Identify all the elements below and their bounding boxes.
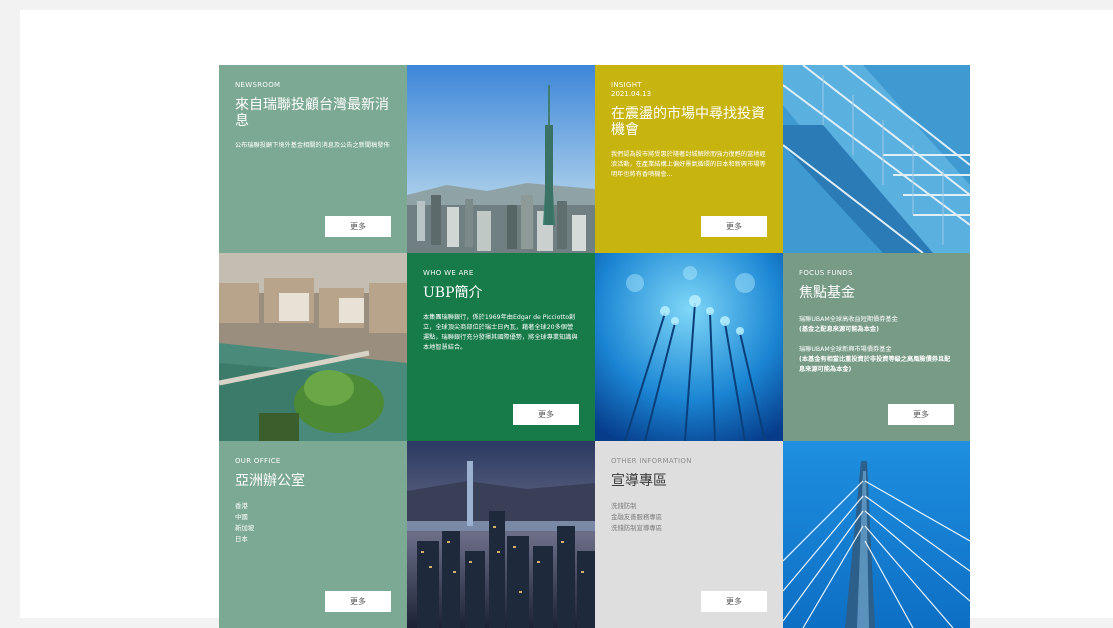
focus-fund-1[interactable]: 瑞聯UBAM全球高收益短期債券基金 [799, 315, 954, 325]
focus-funds-more-button[interactable]: 更多 [888, 404, 954, 425]
insight-date: 2021.04.13 [611, 90, 652, 98]
glass-stairs-photo [783, 65, 970, 253]
geneva-image [219, 253, 407, 441]
other-info-tile: OTHER INFORMATION 宣導專區 洗錢防制 金融友善服務專區 洗錢防… [595, 441, 783, 628]
other-info-item[interactable]: 洗錢防制宣導專區 [611, 523, 767, 534]
newsroom-description: 公布瑞聯投顧下境外基金相關的消息及公告之新聞稿發佈 [235, 142, 390, 149]
stairs-image [783, 65, 970, 253]
who-we-are-description: 本集團瑞聯銀行，係於1969年由Edgar de Picciotto創立，全球頂… [423, 314, 578, 351]
other-info-title[interactable]: 宣導專區 [611, 473, 767, 489]
who-we-are-more-button[interactable]: 更多 [513, 404, 579, 425]
feature-grid: NEWSROOM 來自瑞聯投顧台灣最新消息 公布瑞聯投顧下境外基金相關的消息及公… [219, 65, 970, 628]
geneva-city-photo [219, 253, 407, 441]
newsroom-tile: NEWSROOM 來自瑞聯投顧台灣最新消息 公布瑞聯投顧下境外基金相關的消息及公… [219, 65, 407, 253]
focus-funds-eyebrow: FOCUS FUNDS [799, 269, 853, 277]
office-list: 香港 中國 新加坡 日本 [235, 501, 391, 545]
office-item[interactable]: 新加坡 [235, 523, 391, 534]
newsroom-more-button[interactable]: 更多 [325, 216, 391, 237]
newsroom-title[interactable]: 來自瑞聯投顧台灣最新消息 [235, 97, 391, 129]
hongkong-image [407, 441, 595, 628]
other-info-eyebrow: OTHER INFORMATION [611, 457, 692, 465]
cable-bridge-photo [783, 441, 970, 628]
office-tile: OUR OFFICE 亞洲辦公室 香港 中國 新加坡 日本 更多 [219, 441, 407, 628]
who-we-are-title[interactable]: UBP簡介 [423, 285, 579, 301]
insight-description: 我們認為股市將受惠於隨著封城解除而強力復甦的當地經濟活動，在產業結構上偏好景氣循… [611, 151, 766, 178]
focus-fund-2[interactable]: 瑞聯UBAM全球新興市場債券基金 [799, 345, 954, 355]
focus-fund-2-note: (本基金有相當比重投資於非投資等級之高風險債券且配息來源可能為本金) [799, 356, 951, 373]
office-item[interactable]: 日本 [235, 534, 391, 545]
fiber-optics-photo [595, 253, 783, 441]
other-info-item[interactable]: 洗錢防制 [611, 501, 767, 512]
insight-tile: INSIGHT 2021.04.13 在震盪的市場中尋找投資機會 我們認為股市將… [595, 65, 783, 253]
who-we-are-tile: WHO WE ARE UBP簡介 本集團瑞聯銀行，係於1969年由Edgar d… [407, 253, 595, 441]
taipei-image [407, 65, 595, 253]
taipei-101-photo [407, 65, 595, 253]
office-item[interactable]: 香港 [235, 501, 391, 512]
insight-more-button[interactable]: 更多 [701, 216, 767, 237]
focus-funds-title[interactable]: 焦點基金 [799, 285, 954, 301]
office-more-button[interactable]: 更多 [325, 591, 391, 612]
bridge-image [783, 441, 970, 628]
insight-title[interactable]: 在震盪的市場中尋找投資機會 [611, 106, 767, 138]
office-item[interactable]: 中國 [235, 512, 391, 523]
other-info-more-button[interactable]: 更多 [701, 591, 767, 612]
other-info-item[interactable]: 金融友善服務專區 [611, 512, 767, 523]
fiber-image [595, 253, 783, 441]
newsroom-eyebrow: NEWSROOM [235, 81, 281, 89]
office-title[interactable]: 亞洲辦公室 [235, 473, 391, 489]
page: NEWSROOM 來自瑞聯投顧台灣最新消息 公布瑞聯投顧下境外基金相關的消息及公… [20, 10, 1113, 628]
hong-kong-night-photo [407, 441, 595, 628]
focus-funds-tile: FOCUS FUNDS 焦點基金 瑞聯UBAM全球高收益短期債券基金 (基金之配… [783, 253, 970, 441]
insight-eyebrow: INSIGHT [611, 81, 642, 89]
other-info-list: 洗錢防制 金融友善服務專區 洗錢防制宣導專區 [611, 501, 767, 534]
focus-fund-1-note: (基金之配息來源可能為本金) [799, 326, 879, 333]
who-we-are-eyebrow: WHO WE ARE [423, 269, 474, 277]
office-eyebrow: OUR OFFICE [235, 457, 281, 465]
